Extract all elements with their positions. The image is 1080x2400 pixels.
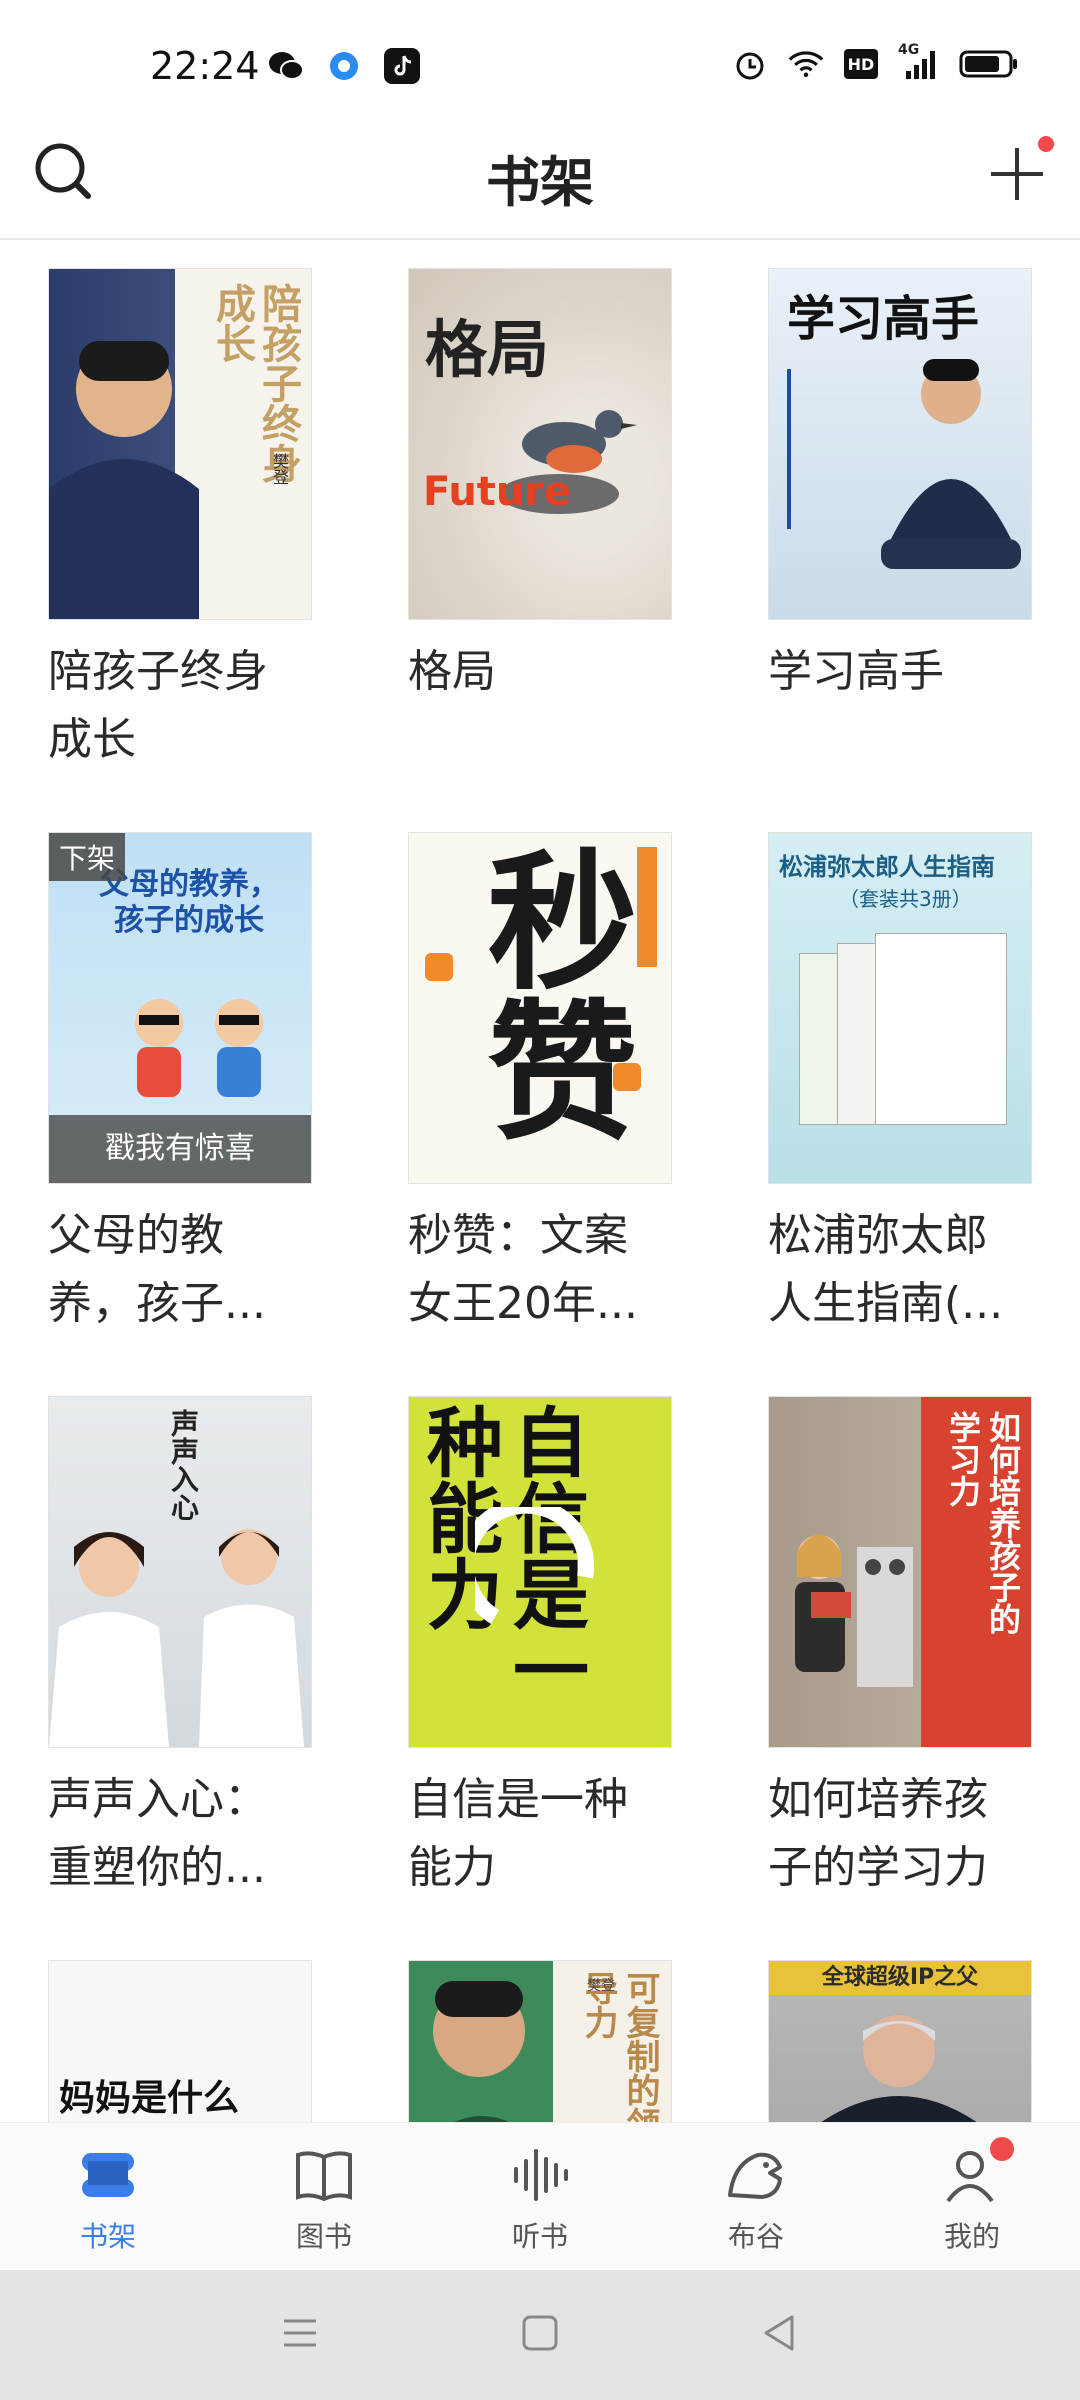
add-button[interactable] bbox=[980, 136, 1054, 210]
book-cover[interactable]: 自信是一种能力 bbox=[408, 1396, 672, 1748]
book-cover[interactable]: 声声入心 bbox=[48, 1396, 312, 1748]
tiktok-icon bbox=[384, 48, 420, 84]
book-item[interactable]: 自信是一种能力 自信是一种能力 bbox=[408, 1396, 708, 1902]
audio-wave-icon bbox=[508, 2143, 572, 2207]
battery-icon bbox=[958, 46, 1020, 82]
cover-thumb-right bbox=[613, 1063, 641, 1091]
book-title: 陪孩子终身成长 bbox=[48, 646, 268, 765]
off-shelf-tag: 下架 bbox=[49, 833, 126, 881]
status-time: 22:24 bbox=[150, 44, 260, 88]
book-item[interactable]: 妈妈是什么 bbox=[48, 1960, 348, 2122]
user-icon bbox=[940, 2137, 1014, 2207]
cover-orange-strip bbox=[637, 847, 657, 967]
book-item[interactable]: 父母的教养，孩子的成长 下架 戳我有惊喜 父母的教养，孩子... bbox=[48, 832, 348, 1338]
author-portrait bbox=[821, 2015, 977, 2122]
header: 书架 bbox=[0, 110, 1080, 240]
book-title: 声声入心：重塑你的... bbox=[48, 1774, 268, 1893]
book-item[interactable]: 秒赞 秒赞：文案女王20年... bbox=[408, 832, 708, 1338]
author-portrait bbox=[49, 341, 199, 619]
nav-label: 布谷 bbox=[727, 2220, 784, 2253]
nav-bugu[interactable]: 布谷 bbox=[648, 2123, 864, 2271]
author-portrait bbox=[881, 359, 1021, 569]
book-cover[interactable]: 学习高手 bbox=[768, 268, 1032, 620]
book-cover[interactable]: 妈妈是什么 bbox=[48, 1960, 312, 2122]
book-item[interactable]: 学习高手 学习高手 bbox=[768, 268, 1068, 706]
book-cover[interactable]: 松浦弥太郎人生指南 （套装共3册） bbox=[768, 832, 1032, 1184]
nav-books[interactable]: 图书 bbox=[216, 2123, 432, 2271]
book-item[interactable]: 陪孩子终身成长 樊登 陪孩子终身成长 bbox=[48, 268, 348, 774]
book-cover[interactable]: 陪孩子终身成长 樊登 bbox=[48, 268, 312, 620]
cover-title: 松浦弥太郎人生指南 bbox=[779, 853, 995, 881]
nav-bookshelf[interactable]: 书架 bbox=[0, 2123, 216, 2271]
book-title: 自信是一种能力 bbox=[408, 1774, 628, 1893]
nav-label: 书架 bbox=[79, 2220, 136, 2253]
nav-profile[interactable]: 我的 bbox=[864, 2123, 1080, 2271]
status-system-icons: HD 4G bbox=[732, 42, 1020, 82]
signal-4g-icon: 4G bbox=[898, 42, 938, 82]
book-title: 松浦弥太郎人生指南(... bbox=[768, 1210, 1004, 1329]
nav-label: 我的 bbox=[943, 2220, 1000, 2253]
book-set-illustration bbox=[799, 933, 1009, 1125]
nav-label: 图书 bbox=[295, 2220, 352, 2253]
book-cover[interactable]: 如何培养孩子的学习力 bbox=[768, 1396, 1032, 1748]
cover-title: 秒赞 bbox=[462, 843, 636, 1143]
bird-icon bbox=[724, 2143, 788, 2207]
book-title: 如何培养孩子的学习力 bbox=[768, 1774, 988, 1893]
book-title: 学习高手 bbox=[768, 646, 944, 697]
open-book-icon bbox=[292, 2143, 356, 2207]
nav-audiobooks[interactable]: 听书 bbox=[432, 2123, 648, 2271]
book-item[interactable]: 声声入心 声声入心：重塑你的... bbox=[48, 1396, 348, 1902]
cover-title-bar: 全球超级IP之父 bbox=[769, 1961, 1031, 1995]
menu-icon[interactable] bbox=[280, 2313, 320, 2357]
cover-blue-band bbox=[787, 369, 851, 529]
book-item[interactable]: 全球超级IP之父 bbox=[768, 1960, 1068, 2122]
cover-subtitle: （套装共3册） bbox=[839, 887, 972, 911]
book-item[interactable]: 如何培养孩子的学习力 如何培养孩子的学习力 bbox=[768, 1396, 1068, 1902]
bookshelf-icon bbox=[76, 2143, 140, 2207]
cover-thumb-left bbox=[425, 953, 453, 981]
circle-app-icon bbox=[326, 48, 362, 84]
network-label: 4G bbox=[898, 42, 920, 58]
nav-label: 听书 bbox=[511, 2220, 568, 2253]
book-item[interactable]: 可复制的领导力 樊登 bbox=[408, 1960, 708, 2122]
book-item[interactable]: 松浦弥太郎人生指南 （套装共3册） 松浦弥太郎人生指南(... bbox=[768, 832, 1068, 1338]
wechat-icon bbox=[268, 48, 304, 84]
author-portraits bbox=[49, 1529, 304, 1747]
cover-title: 声声入心 bbox=[167, 1409, 200, 1521]
surprise-banner[interactable]: 戳我有惊喜 bbox=[49, 1115, 311, 1183]
system-nav-bar bbox=[0, 2270, 1080, 2400]
bottom-nav: 书架 图书 听书 布谷 我的 bbox=[0, 2122, 1080, 2271]
family-illustration bbox=[135, 999, 263, 1097]
book-title: 秒赞：文案女王20年... bbox=[408, 1210, 638, 1329]
book-cover[interactable]: 秒赞 bbox=[408, 832, 672, 1184]
book-item[interactable]: 格局 Future 格局 bbox=[408, 268, 708, 706]
author-portrait bbox=[433, 1981, 525, 2122]
profile-badge bbox=[990, 2137, 1014, 2161]
home-icon[interactable] bbox=[520, 2313, 560, 2357]
back-icon[interactable] bbox=[760, 2313, 800, 2357]
book-cover[interactable]: 父母的教养，孩子的成长 下架 戳我有惊喜 bbox=[48, 832, 312, 1184]
cover-title: 如何培养孩子的学习力 bbox=[944, 1411, 1022, 1635]
book-title: 父母的教养，孩子... bbox=[48, 1210, 266, 1329]
notification-dot bbox=[1038, 136, 1054, 152]
cover-title: 妈妈是什么 bbox=[59, 2077, 240, 2119]
alarm-icon bbox=[732, 46, 768, 82]
cover-arrow-shape bbox=[475, 1507, 595, 1624]
cover-subtitle: Future bbox=[423, 469, 572, 515]
book-cover[interactable]: 全球超级IP之父 bbox=[768, 1960, 1032, 2122]
hd-icon: HD bbox=[844, 49, 878, 79]
book-cover[interactable]: 可复制的领导力 樊登 bbox=[408, 1960, 672, 2122]
cover-author: 樊登 bbox=[587, 1978, 615, 1994]
bookshelf-grid: 陪孩子终身成长 樊登 陪孩子终身成长 格局 Future 格局 学习高手 学习高… bbox=[0, 240, 1080, 2122]
book-cover[interactable]: 格局 Future bbox=[408, 268, 672, 620]
girl-reading-illustration bbox=[795, 1534, 913, 1687]
book-title: 格局 bbox=[408, 646, 496, 697]
wifi-icon bbox=[788, 46, 824, 82]
cover-title: 全球超级IP之父 bbox=[821, 1965, 979, 1990]
cover-author: 樊登 bbox=[270, 453, 289, 485]
page-title: 书架 bbox=[486, 150, 594, 214]
status-app-icons bbox=[268, 48, 420, 84]
